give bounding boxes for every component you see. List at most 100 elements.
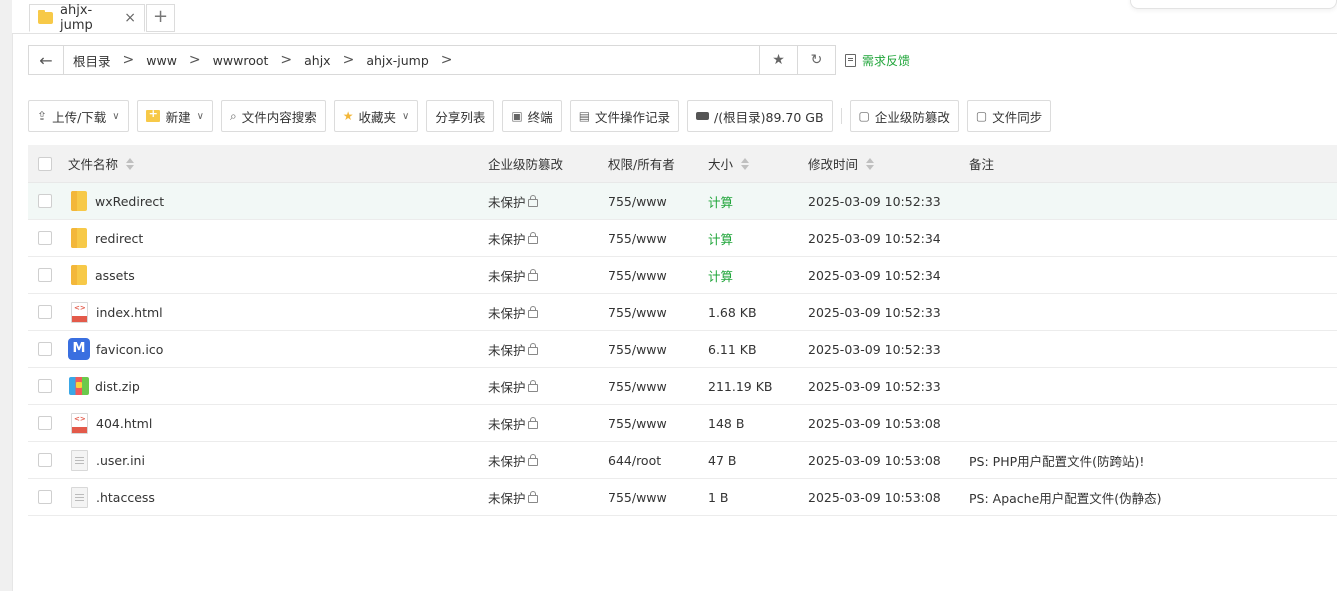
protect-status[interactable]: 未保护 (488, 340, 526, 359)
perm-value[interactable]: 755/www (608, 379, 708, 394)
lock-icon (527, 195, 538, 207)
note-value[interactable]: PS: PHP用户配置文件(防跨站)! (969, 451, 1337, 470)
protect-status[interactable]: 未保护 (488, 451, 526, 470)
row-checkbox[interactable] (38, 305, 52, 319)
chevron-down-icon: ∨ (401, 110, 410, 122)
file-name[interactable]: wxRedirect (95, 194, 164, 209)
header-size-label: 大小 (708, 157, 734, 172)
table-row[interactable]: dist.zip 未保护 755/www 211.19 KB 2025-03-0… (28, 368, 1337, 405)
perm-value[interactable]: 755/www (608, 305, 708, 320)
size-value: 211.19 KB (708, 378, 773, 394)
row-checkbox[interactable] (38, 453, 52, 467)
chevron-down-icon: ∨ (196, 110, 204, 122)
protect-status[interactable]: 未保护 (488, 266, 526, 285)
perm-value[interactable]: 755/www (608, 342, 708, 357)
lock-icon (527, 232, 538, 244)
mtime-value: 2025-03-09 10:52:34 (808, 230, 941, 246)
file-sync-button[interactable]: ▢ 文件同步 (966, 100, 1052, 132)
protect-status[interactable]: 未保护 (488, 303, 526, 322)
share-list-button[interactable]: 分享列表 (426, 100, 495, 132)
feedback-label: 需求反馈 (862, 54, 911, 68)
perm-value[interactable]: 755/www (608, 231, 708, 246)
add-tab-button[interactable]: + (146, 4, 175, 32)
breadcrumb-ahjx[interactable]: ahjx (304, 53, 330, 68)
breadcrumb-wwwroot[interactable]: wwwroot (213, 53, 269, 68)
content-search-button[interactable]: ⌕ 文件内容搜索 (220, 100, 326, 132)
select-all-checkbox[interactable] (38, 156, 52, 171)
calc-size-link[interactable]: 计算 (708, 195, 733, 210)
protect-status[interactable]: 未保护 (488, 414, 526, 433)
tamper-protect-button[interactable]: ▢ 企业级防篡改 (849, 100, 959, 132)
star-icon[interactable]: ★ (760, 45, 798, 75)
note-value[interactable]: PS: Apache用户配置文件(伪静态) (969, 488, 1337, 507)
file-name[interactable]: .user.ini (96, 453, 145, 468)
header-mtime[interactable]: 修改时间 (808, 154, 969, 173)
header-size[interactable]: 大小 (708, 154, 808, 173)
perm-value[interactable]: 755/www (608, 268, 708, 283)
row-checkbox[interactable] (38, 342, 52, 356)
table-row[interactable]: Mfavicon.ico 未保护 755/www 6.11 KB 2025-03… (28, 331, 1337, 368)
path-box[interactable]: ← 根目录 > www > wwwroot > ahjx > ahjx-jump… (28, 45, 760, 75)
table-row[interactable]: .user.ini 未保护 644/root 47 B 2025-03-09 1… (28, 442, 1337, 479)
ico-file-icon: M (68, 338, 90, 360)
perm-value[interactable]: 755/www (608, 194, 708, 209)
perm-value[interactable]: 644/root (608, 453, 708, 468)
perm-value[interactable]: 755/www (608, 416, 708, 431)
new-button[interactable]: 新建 ∨ (136, 100, 213, 132)
file-name[interactable]: dist.zip (95, 379, 140, 394)
terminal-button[interactable]: ▣ 终端 (502, 100, 562, 132)
html-file-icon (71, 412, 88, 434)
row-checkbox[interactable] (38, 231, 52, 245)
back-arrow-icon[interactable]: ← (29, 46, 64, 74)
table-row[interactable]: index.html 未保护 755/www 1.68 KB 2025-03-0… (28, 294, 1337, 331)
header-note: 备注 (969, 157, 995, 172)
calc-size-link[interactable]: 计算 (708, 269, 733, 284)
row-checkbox[interactable] (38, 379, 52, 393)
protect-status[interactable]: 未保护 (488, 488, 526, 507)
file-name[interactable]: favicon.ico (96, 342, 163, 357)
table-row[interactable]: wxRedirect 未保护 755/www 计算 2025-03-09 10:… (28, 183, 1337, 220)
folder-icon (71, 191, 87, 211)
table-row[interactable]: 404.html 未保护 755/www 148 B 2025-03-09 10… (28, 405, 1337, 442)
table-row[interactable]: .htaccess 未保护 755/www 1 B 2025-03-09 10:… (28, 479, 1337, 516)
close-icon[interactable]: × (124, 10, 136, 26)
lock-icon (527, 269, 538, 281)
protect-status[interactable]: 未保护 (488, 229, 526, 248)
table-row[interactable]: redirect 未保护 755/www 计算 2025-03-09 10:52… (28, 220, 1337, 257)
file-name[interactable]: assets (95, 268, 135, 283)
header-name[interactable]: 文件名称 (68, 154, 488, 173)
perm-value[interactable]: 755/www (608, 490, 708, 505)
feedback-icon (845, 54, 856, 67)
calc-size-link[interactable]: 计算 (708, 232, 733, 247)
sort-icon[interactable] (866, 157, 875, 170)
file-name[interactable]: redirect (95, 231, 143, 246)
upload-download-button[interactable]: ⇪ 上传/下载 ∨ (28, 100, 129, 132)
mtime-value: 2025-03-09 10:52:34 (808, 267, 941, 283)
header-name-label: 文件名称 (68, 157, 119, 172)
file-name[interactable]: .htaccess (96, 490, 155, 505)
breadcrumb-www[interactable]: www (146, 53, 177, 68)
row-checkbox[interactable] (38, 268, 52, 282)
file-name[interactable]: index.html (96, 305, 163, 320)
favorites-button[interactable]: ★ 收藏夹 ∨ (333, 100, 419, 132)
protect-status[interactable]: 未保护 (488, 192, 526, 211)
sort-icon[interactable] (741, 157, 750, 170)
lock-icon (527, 380, 538, 392)
feedback-link[interactable]: 需求反馈 (845, 52, 910, 69)
mtime-value: 2025-03-09 10:52:33 (808, 378, 941, 394)
refresh-icon[interactable]: ↻ (798, 45, 836, 75)
breadcrumb-root[interactable]: 根目录 (73, 51, 111, 70)
table-row[interactable]: assets 未保护 755/www 计算 2025-03-09 10:52:3… (28, 257, 1337, 294)
breadcrumb-ahjx-jump[interactable]: ahjx-jump (366, 53, 428, 68)
row-checkbox[interactable] (38, 490, 52, 504)
tab-ahjx-jump[interactable]: ahjx-jump × (29, 3, 145, 33)
protect-status[interactable]: 未保护 (488, 377, 526, 396)
row-checkbox[interactable] (38, 194, 52, 208)
mtime-value: 2025-03-09 10:52:33 (808, 193, 941, 209)
op-log-button[interactable]: ▤ 文件操作记录 (569, 100, 680, 132)
row-checkbox[interactable] (38, 416, 52, 430)
disk-button[interactable]: /(根目录)89.70 GB (687, 100, 833, 132)
sort-icon[interactable] (126, 157, 135, 170)
mtime-value: 2025-03-09 10:53:08 (808, 452, 941, 468)
file-name[interactable]: 404.html (96, 416, 152, 431)
